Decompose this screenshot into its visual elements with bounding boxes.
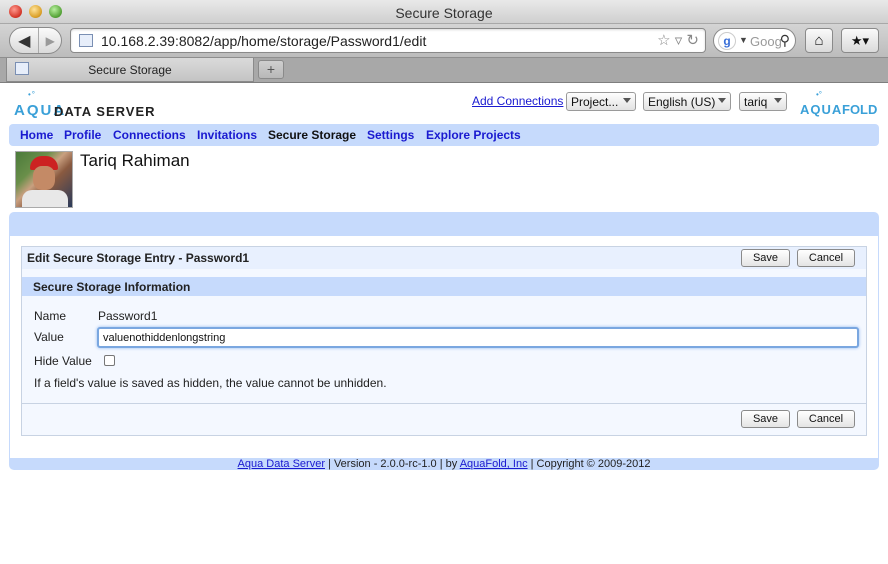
- nav-secure-storage[interactable]: Secure Storage: [268, 128, 356, 142]
- bookmarks-button[interactable]: ★▾: [841, 28, 879, 53]
- hide-value-checkbox[interactable]: [104, 355, 115, 366]
- nav-invitations[interactable]: Invitations: [197, 128, 257, 142]
- avatar: [15, 151, 73, 208]
- panel-divider: [22, 403, 866, 404]
- aquafold-logo[interactable]: •° AQUA FOLD: [800, 90, 880, 117]
- nav-buttons: ◀ ▶: [9, 27, 62, 54]
- language-select[interactable]: English (US): [643, 92, 731, 111]
- project-select[interactable]: Project...: [566, 92, 636, 111]
- forward-arrow-icon[interactable]: ▶: [39, 28, 61, 53]
- tab-title: Secure Storage: [88, 63, 172, 77]
- footer-copyright: | Copyright © 2009-2012: [527, 458, 651, 470]
- bookmarks-icon: ★▾: [850, 33, 870, 48]
- section-header: Secure Storage Information: [22, 277, 866, 296]
- tab-secure-storage[interactable]: Secure Storage: [6, 58, 254, 82]
- user-select-value: tariq: [744, 95, 768, 109]
- section-title: Secure Storage Information: [33, 280, 191, 294]
- chevron-down-icon: [718, 98, 726, 103]
- value-input[interactable]: [97, 327, 859, 348]
- search-placeholder[interactable]: Goog: [750, 34, 782, 49]
- language-select-value: English (US): [648, 95, 716, 109]
- window-titlebar: Secure Storage: [0, 0, 888, 24]
- page-content: •° AQUA DATA SERVER Add Connections Proj…: [0, 84, 888, 564]
- home-button[interactable]: ⌂: [805, 28, 833, 53]
- hidden-value-hint: If a field's value is saved as hidden, t…: [34, 376, 387, 390]
- tab-bar: Secure Storage +: [0, 58, 888, 83]
- search-icon[interactable]: ⚲: [780, 32, 790, 49]
- browser-toolbar: ◀ ▶ 10.168.2.39:8082/app/home/storage/Pa…: [0, 24, 888, 58]
- project-select-value: Project...: [571, 95, 619, 109]
- save-button-bottom[interactable]: Save: [741, 410, 790, 428]
- user-name: Tariq Rahiman: [80, 151, 190, 170]
- site-favicon-icon: [79, 34, 93, 47]
- footer-company-link[interactable]: AquaFold, Inc: [460, 458, 528, 470]
- new-tab-button[interactable]: +: [258, 60, 284, 79]
- edit-entry-panel: Edit Secure Storage Entry - Password1 Sa…: [21, 246, 867, 436]
- value-label: Value: [34, 330, 64, 344]
- name-label: Name: [34, 309, 67, 323]
- logo-fold-text: FOLD: [842, 102, 878, 117]
- logo-aqua-text: AQUA: [800, 102, 843, 117]
- cancel-button-bottom[interactable]: Cancel: [797, 410, 855, 428]
- bookmark-star-reload-icons[interactable]: ☆ ▿ ↻: [657, 31, 699, 49]
- home-icon: ⌂: [814, 32, 824, 49]
- back-arrow-icon[interactable]: ◀: [10, 28, 40, 53]
- user-select[interactable]: tariq: [739, 92, 787, 111]
- add-connections-link[interactable]: Add Connections: [472, 94, 563, 108]
- nav-explore-projects[interactable]: Explore Projects: [426, 128, 521, 142]
- hide-value-label: Hide Value: [34, 354, 92, 368]
- footer-version: | Version - 2.0.0-rc-1.0 | by: [324, 458, 460, 470]
- save-button-top[interactable]: Save: [741, 249, 790, 267]
- window-title: Secure Storage: [395, 5, 493, 21]
- logo-product-text: DATA SERVER: [54, 104, 156, 119]
- panel-title: Edit Secure Storage Entry - Password1: [27, 251, 250, 265]
- search-box[interactable]: g ▼ Goog ⚲: [713, 28, 796, 53]
- nav-settings[interactable]: Settings: [367, 128, 414, 142]
- address-bar[interactable]: 10.168.2.39:8082/app/home/storage/Passwo…: [70, 28, 706, 53]
- footer: Aqua Data Server | Version - 2.0.0-rc-1.…: [9, 458, 879, 470]
- chevron-down-icon: [774, 98, 782, 103]
- logo-bubbles-icon: •°: [816, 90, 822, 99]
- chevron-down-icon: [623, 98, 631, 103]
- content-header-band: [9, 212, 879, 236]
- logo-bubbles-icon: •°: [28, 90, 36, 99]
- search-engine-chevron-icon[interactable]: ▼: [739, 35, 748, 45]
- nav-connections[interactable]: Connections: [113, 128, 186, 142]
- google-icon[interactable]: g: [718, 32, 736, 50]
- panel-header: Edit Secure Storage Entry - Password1 Sa…: [22, 247, 866, 269]
- address-text[interactable]: 10.168.2.39:8082/app/home/storage/Passwo…: [101, 33, 426, 49]
- name-value: Password1: [98, 309, 158, 323]
- cancel-button-top[interactable]: Cancel: [797, 249, 855, 267]
- nav-home[interactable]: Home: [20, 128, 53, 142]
- nav-profile[interactable]: Profile: [64, 128, 101, 142]
- footer-product-link[interactable]: Aqua Data Server: [238, 458, 325, 470]
- main-nav: Home Profile Connections Invitations Sec…: [9, 124, 879, 146]
